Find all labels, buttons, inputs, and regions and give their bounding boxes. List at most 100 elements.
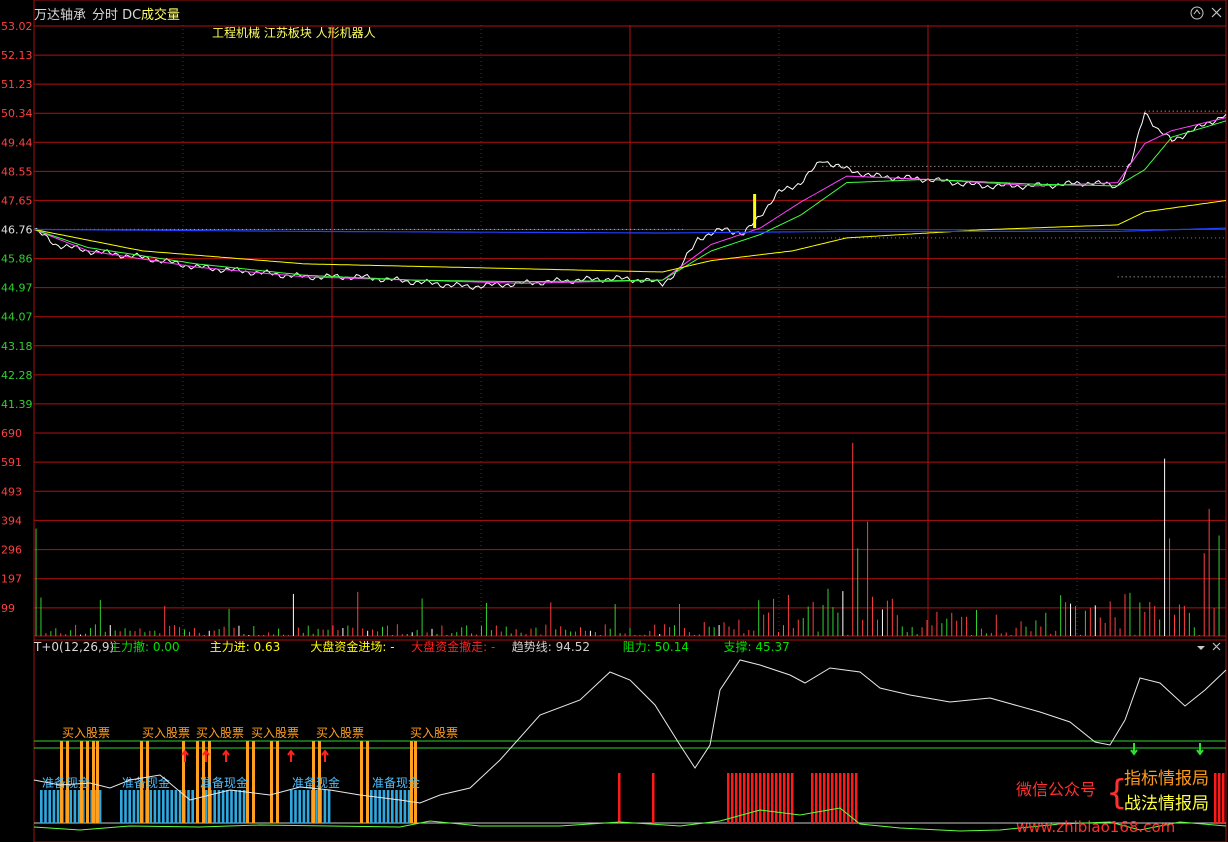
signal-bar <box>755 773 758 823</box>
indicator-values: 主力撤: 0.00 主力进: 0.63 大盘资金进场: - 大盘资金撤走: - 趋势线:… <box>109 639 790 654</box>
cash-bar <box>306 790 310 823</box>
signal-bar <box>851 773 854 823</box>
price-tick-label: 41.39 <box>1 398 33 411</box>
cash-bar <box>170 790 173 823</box>
indicator-value: 阻力: 50.14 <box>623 640 689 654</box>
cash-bar <box>217 790 221 823</box>
signal-bar <box>783 773 786 823</box>
indicator-value: 主力进: 0.63 <box>210 640 281 654</box>
signal-bar <box>767 773 770 823</box>
cash-bar <box>290 790 293 823</box>
cash-bar <box>157 790 161 823</box>
volume-tick-label: 591 <box>1 456 22 469</box>
cash-bar <box>294 790 297 823</box>
cash-bar <box>386 790 390 823</box>
up-arrow-icon <box>321 749 329 762</box>
cash-bar <box>132 790 136 823</box>
price-tick-label: 44.07 <box>1 311 33 324</box>
buy-label: 买入股票 <box>142 726 190 740</box>
cash-bar <box>153 790 157 823</box>
signal-bar <box>815 773 818 823</box>
signal-bar <box>839 773 842 823</box>
stock-name[interactable]: 万达轴承 <box>34 8 86 23</box>
watermark-url: www.zhibiao168.com <box>1016 818 1175 836</box>
dropdown-icon[interactable] <box>1197 646 1205 650</box>
cash-bar <box>124 790 127 823</box>
signal-bar <box>735 773 738 823</box>
signal-bar <box>855 773 858 823</box>
signal-bar <box>787 773 790 823</box>
close-icon[interactable] <box>1211 7 1222 18</box>
stock-chart: 万达轴承 分时 DC 成交量 工程机械 江苏板块 人形机器人 53.02 52.1… <box>1 0 1227 842</box>
cash-label: 准备现金 <box>200 775 248 790</box>
indicator-value: 趋势线: 94.52 <box>512 640 590 654</box>
cash-bar <box>323 790 327 823</box>
buy-bar <box>196 741 199 823</box>
signal-bar <box>652 773 655 823</box>
buy-bar <box>96 741 99 823</box>
buy-label: 买入股票 <box>410 726 458 740</box>
signal-bar <box>831 773 834 823</box>
close-icon[interactable] <box>1212 642 1221 651</box>
signal-bar <box>771 773 774 823</box>
cash-bar <box>69 790 72 823</box>
signal-bar <box>823 773 826 823</box>
cash-bar <box>178 790 182 823</box>
cash-bar <box>149 790 152 823</box>
indicator-name[interactable]: 成交量 <box>141 7 180 23</box>
cash-bar <box>187 790 190 823</box>
cash-bar <box>40 790 43 823</box>
cash-label: 准备现金 <box>372 775 420 790</box>
buy-bar <box>92 741 95 823</box>
signal-bar <box>775 773 778 823</box>
cash-bar <box>403 790 407 823</box>
signal-bar <box>743 773 746 823</box>
buy-label: 买入股票 <box>62 726 110 740</box>
buy-label: 买入股票 <box>251 726 299 740</box>
cash-bar <box>205 790 208 823</box>
cash-bar <box>120 790 123 823</box>
cash-bar <box>56 790 60 823</box>
cash-bar <box>395 790 398 823</box>
cash-bar <box>374 790 377 823</box>
signal-bar <box>763 773 766 823</box>
cash-label: 准备现金 <box>292 775 340 790</box>
cash-bar <box>230 790 233 823</box>
indicator-value: 大盘资金进场: - <box>310 639 394 654</box>
price-tick-label: 42.28 <box>1 369 33 382</box>
indicator-value: 主力撤: 0.00 <box>109 639 180 654</box>
cash-bar <box>399 790 402 823</box>
cash-bar <box>166 790 169 823</box>
cash-bar <box>73 790 77 823</box>
price-panel: 53.02 52.13 51.23 50.34 49.44 48.55 47.65 46.76… <box>1 0 1227 842</box>
cash-bar <box>242 790 246 823</box>
buy-bar <box>252 741 255 823</box>
signal-bar <box>727 773 730 823</box>
signal-bar <box>779 773 782 823</box>
signal-bar <box>747 773 750 823</box>
signal-bar <box>827 773 830 823</box>
up-arrow-icon <box>287 749 295 762</box>
chart-mode[interactable]: 分时 DC <box>92 8 141 23</box>
watermark-line2: 战法情报局 <box>1124 794 1209 814</box>
cash-bar <box>370 790 373 823</box>
indicator-params[interactable]: T+0(12,26,9) <box>33 640 114 654</box>
signal-bar <box>791 773 794 823</box>
volume-panel: 690 591 493 394 296 197 99 <box>1 427 1226 636</box>
cash-bar <box>98 790 102 823</box>
watermark-wechat: 微信公众号 <box>1016 780 1096 799</box>
up-arrow-circle-icon[interactable] <box>1190 6 1204 20</box>
signal-bar <box>759 773 762 823</box>
price-tick-label: 53.02 <box>1 20 33 33</box>
cash-bar <box>174 790 178 823</box>
buy-bar <box>360 741 363 823</box>
buy-label: 买入股票 <box>316 726 364 740</box>
buy-label: 买入股票 <box>196 726 244 740</box>
cash-bar <box>191 790 194 823</box>
price-tick-label: 43.18 <box>1 340 33 353</box>
price-tick-label: 52.13 <box>1 49 33 62</box>
indicator-panel: 准备现金 准备现金 准备现金 准备现金 准备现金买入股票 买入股票 买入股票 买入股票 买入股票… <box>33 659 1227 832</box>
signal-bar <box>1222 773 1225 823</box>
cash-bar <box>221 790 225 823</box>
cash-bar <box>128 790 131 823</box>
